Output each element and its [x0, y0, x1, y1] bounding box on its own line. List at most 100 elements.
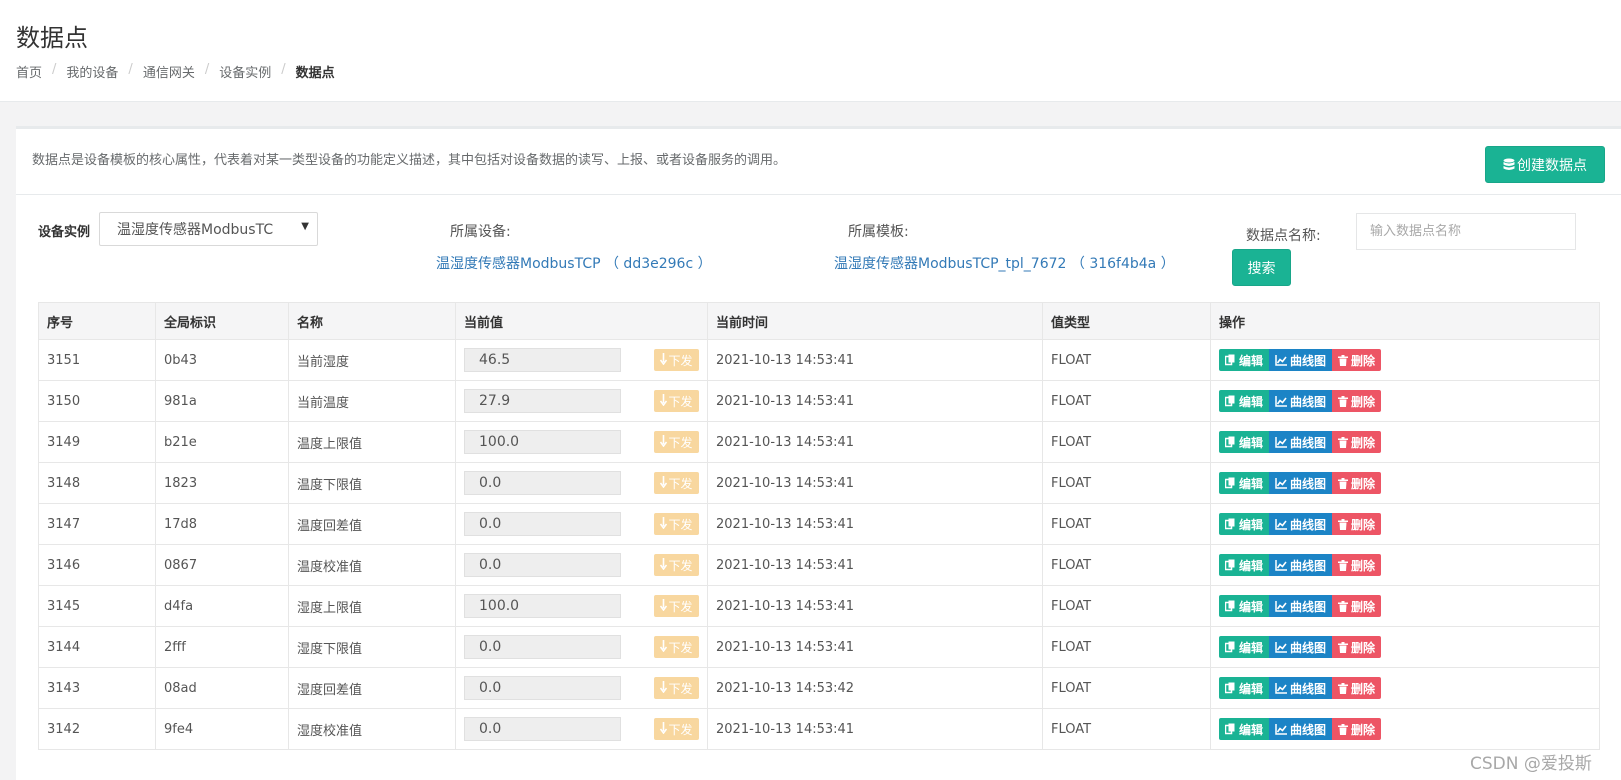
chart-button[interactable]: 曲线图 [1269, 677, 1333, 699]
value-input[interactable]: 0.0 [464, 635, 621, 659]
point-name-label: 数据点名称: [1246, 228, 1321, 244]
table-row: 3145 d4fa 湿度上限值 100.0 下发 2021-10-13 14:53:41 F… [38, 585, 1600, 627]
chart-label: 曲线图 [1290, 394, 1327, 409]
send-button[interactable]: 下发 [654, 636, 699, 658]
send-label: 下发 [668, 681, 693, 696]
line-chart-icon [1275, 682, 1288, 694]
cell-actions: 编辑 曲线图 删除 [1210, 380, 1600, 422]
chart-button[interactable]: 曲线图 [1269, 472, 1333, 494]
cell-current-value: 27.9 下发 [455, 380, 708, 422]
chart-button[interactable]: 曲线图 [1269, 349, 1333, 371]
send-button[interactable]: 下发 [654, 554, 699, 576]
delete-button[interactable]: 删除 [1332, 677, 1382, 699]
delete-button[interactable]: 删除 [1332, 554, 1382, 576]
cell-actions: 编辑 曲线图 删除 [1210, 585, 1600, 627]
value-input[interactable]: 100.0 [464, 430, 621, 454]
send-button[interactable]: 下发 [654, 390, 699, 412]
edit-button[interactable]: 编辑 [1219, 349, 1270, 371]
edit-button[interactable]: 编辑 [1219, 554, 1270, 576]
delete-label: 删除 [1351, 640, 1376, 655]
cell-id: 3144 [38, 626, 156, 668]
instance-select[interactable]: 温湿度传感器ModbusTC ▼ [99, 212, 318, 246]
cell-current-value: 100.0 下发 [455, 585, 708, 627]
chart-button[interactable]: 曲线图 [1269, 595, 1333, 617]
edit-button[interactable]: 编辑 [1219, 472, 1270, 494]
action-group: 编辑 曲线图 删除 [1219, 513, 1591, 535]
value-input[interactable]: 100.0 [464, 594, 621, 618]
send-button[interactable]: 下发 [654, 718, 699, 740]
delete-button[interactable]: 删除 [1332, 636, 1382, 658]
chart-button[interactable]: 曲线图 [1269, 390, 1333, 412]
value-input[interactable]: 0.0 [464, 471, 621, 495]
edit-button[interactable]: 编辑 [1219, 513, 1270, 535]
table-row: 3149 b21e 温度上限值 100.0 下发 2021-10-13 14:53:41 F… [38, 421, 1600, 463]
value-input[interactable]: 27.9 [464, 389, 621, 413]
arrow-down-icon [660, 475, 668, 491]
delete-button[interactable]: 删除 [1332, 513, 1382, 535]
edit-button[interactable]: 编辑 [1219, 595, 1270, 617]
breadcrumb-separator: / [52, 62, 57, 77]
arrow-down-icon [660, 598, 668, 614]
value-input[interactable]: 0.0 [464, 553, 621, 577]
edit-label: 编辑 [1239, 599, 1264, 614]
chart-button[interactable]: 曲线图 [1269, 636, 1333, 658]
device-label: 所属设备: [450, 224, 511, 240]
delete-button[interactable]: 删除 [1332, 431, 1382, 453]
value-input[interactable]: 0.0 [464, 717, 621, 741]
delete-button[interactable]: 删除 [1332, 718, 1382, 740]
send-button[interactable]: 下发 [654, 595, 699, 617]
cell-type: FLOAT [1042, 421, 1211, 463]
device-link[interactable]: 温湿度传感器ModbusTCP （ dd3e296c ） [436, 253, 712, 273]
line-chart-icon [1275, 354, 1288, 366]
send-button[interactable]: 下发 [654, 431, 699, 453]
cell-id: 3149 [38, 421, 156, 463]
edit-button[interactable]: 编辑 [1219, 431, 1270, 453]
send-button[interactable]: 下发 [654, 677, 699, 699]
send-button[interactable]: 下发 [654, 513, 699, 535]
table-row: 3144 2fff 湿度下限值 0.0 下发 2021-10-13 14:53:41 FLO… [38, 626, 1600, 668]
breadcrumb-item[interactable]: 首页 [16, 62, 42, 81]
cell-global-id: 0867 [155, 544, 289, 586]
breadcrumb: 首页 / 我的设备 / 通信网关 / 设备实例 / 数据点 [16, 62, 335, 81]
arrow-down-icon [660, 393, 668, 409]
breadcrumb-item[interactable]: 我的设备 [66, 62, 118, 81]
edit-button[interactable]: 编辑 [1219, 636, 1270, 658]
chart-label: 曲线图 [1290, 558, 1327, 573]
breadcrumb-separator: / [281, 62, 286, 77]
delete-button[interactable]: 删除 [1332, 390, 1382, 412]
cell-time: 2021-10-13 14:53:41 [707, 708, 1043, 750]
send-button[interactable]: 下发 [654, 349, 699, 371]
breadcrumb-item[interactable]: 通信网关 [143, 62, 195, 81]
create-datapoint-button[interactable]: 创建数据点 [1485, 146, 1605, 183]
page-header: 数据点 首页 / 我的设备 / 通信网关 / 设备实例 / 数据点 [0, 0, 1621, 102]
chart-button[interactable]: 曲线图 [1269, 554, 1333, 576]
delete-button[interactable]: 删除 [1332, 472, 1382, 494]
delete-button[interactable]: 删除 [1332, 349, 1382, 371]
cell-time: 2021-10-13 14:53:41 [707, 626, 1043, 668]
cell-actions: 编辑 曲线图 删除 [1210, 626, 1600, 668]
value-input[interactable]: 0.0 [464, 512, 621, 536]
watermark: CSDN @爱投斯 [1470, 754, 1592, 774]
delete-label: 删除 [1351, 517, 1376, 532]
action-group: 编辑 曲线图 删除 [1219, 431, 1591, 453]
point-name-input[interactable] [1356, 213, 1576, 250]
delete-button[interactable]: 删除 [1332, 595, 1382, 617]
value-input[interactable]: 46.5 [464, 348, 621, 372]
trash-icon [1338, 682, 1349, 694]
chart-button[interactable]: 曲线图 [1269, 718, 1333, 740]
cell-actions: 编辑 曲线图 删除 [1210, 667, 1600, 709]
chart-button[interactable]: 曲线图 [1269, 513, 1333, 535]
delete-label: 删除 [1351, 435, 1376, 450]
value-input[interactable]: 0.0 [464, 676, 621, 700]
trash-icon [1338, 436, 1349, 448]
edit-button[interactable]: 编辑 [1219, 718, 1270, 740]
template-link[interactable]: 温湿度传感器ModbusTCP_tpl_7672 （ 316f4b4a ） [834, 253, 1175, 273]
edit-button[interactable]: 编辑 [1219, 390, 1270, 412]
breadcrumb-item[interactable]: 设备实例 [219, 62, 271, 81]
send-button[interactable]: 下发 [654, 472, 699, 494]
chart-button[interactable]: 曲线图 [1269, 431, 1333, 453]
chart-label: 曲线图 [1290, 599, 1327, 614]
cell-id: 3142 [38, 708, 156, 750]
search-button[interactable]: 搜索 [1232, 249, 1291, 286]
edit-button[interactable]: 编辑 [1219, 677, 1270, 699]
